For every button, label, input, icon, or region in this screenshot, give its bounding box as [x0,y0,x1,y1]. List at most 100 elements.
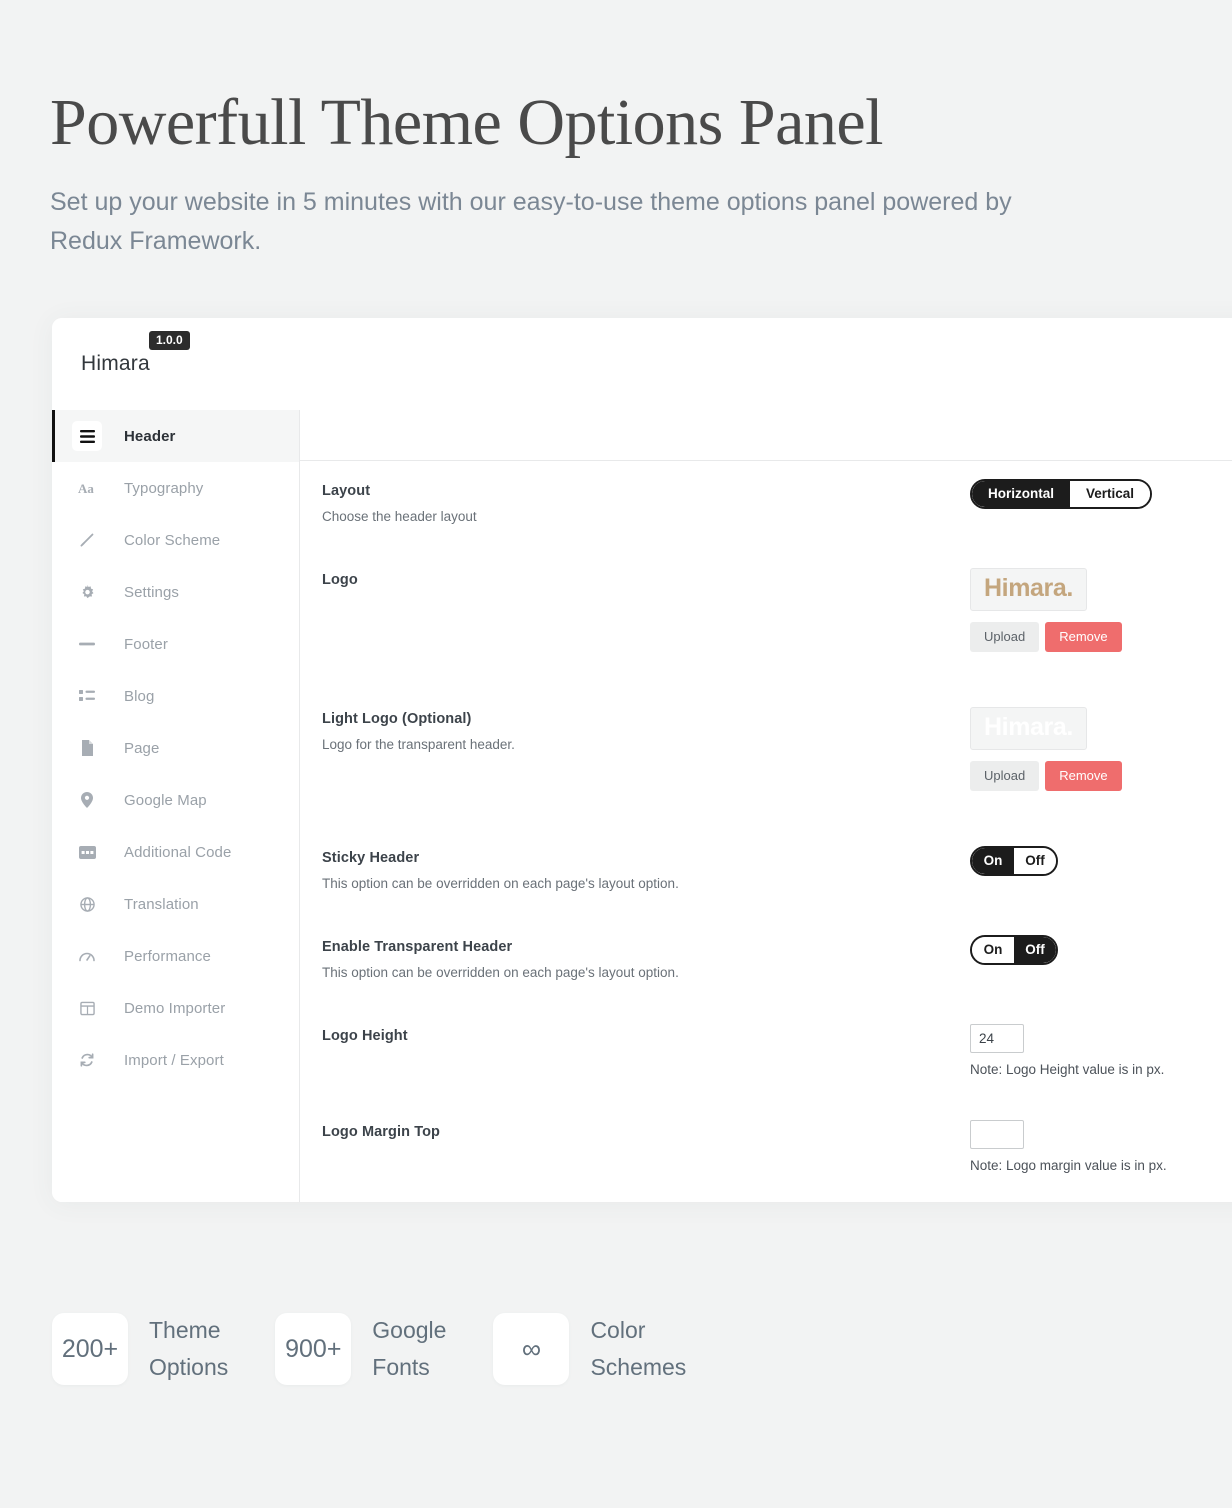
hero-section: Powerfull Theme Options Panel Set up you… [0,0,1232,261]
sidebar-item-label: Demo Importer [124,999,226,1017]
content-topbar [300,410,1232,461]
sidebar-item-footer[interactable]: Footer [52,618,299,670]
sidebar-item-performance[interactable]: Performance [52,930,299,982]
svg-text:Aa: Aa [78,481,94,495]
light-logo-upload-button[interactable]: Upload [970,761,1040,791]
text-size-icon: Aa [76,481,98,495]
stat-color-schemes: ∞ Color Schemes [493,1312,686,1387]
sidebar-item-google-map[interactable]: Google Map [52,774,299,826]
sidebar-item-label: Additional Code [124,843,232,861]
dash-icon [76,641,98,647]
sidebar-item-import-export[interactable]: Import / Export [52,1034,299,1086]
field-layout-control: Horizontal Vertical [970,461,1232,550]
sidebar-item-label: Performance [124,947,211,965]
field-logo-margin-top-control: Note: Logo margin value is in px. [970,1102,1232,1198]
light-logo-preview: Himara. [970,707,1087,750]
logo-height-input[interactable] [970,1024,1024,1053]
code-icon [76,845,98,859]
field-label: Layout [322,483,371,499]
field-label: Sticky Header [322,850,420,866]
stat-value-box: 900+ [275,1313,352,1386]
field-layout-text: Layout Choose the header layout [322,461,970,550]
theme-options-panel: Himara 1.0.0 Header Aa Typography Color … [52,318,1232,1202]
field-logo-margin-top-text: Logo Margin Top [322,1102,970,1198]
sidebar-item-typography[interactable]: Aa Typography [52,462,299,514]
globe-icon [76,896,98,912]
sidebar-item-blog[interactable]: Blog [52,670,299,722]
field-logo-height: Logo Height Note: Logo Height value is i… [300,1006,1232,1102]
field-label: Enable Transparent Header [322,939,513,955]
field-label: Logo [322,572,358,588]
stat-theme-options: 200+ Theme Options [52,1312,228,1387]
sidebar-item-label: Footer [124,635,168,653]
sidebar: Header Aa Typography Color Scheme Settin… [52,410,300,1202]
stat-label: Theme Options [149,1317,229,1381]
field-light-logo-text: Light Logo (Optional) Logo for the trans… [322,689,970,828]
light-logo-remove-button[interactable]: Remove [1045,761,1122,791]
version-badge: 1.0.0 [149,331,190,350]
field-sticky-header-control: On Off [970,828,1232,917]
list-icon [76,689,98,703]
stat-label: Google Fonts [372,1317,447,1381]
sidebar-item-demo-importer[interactable]: Demo Importer [52,982,299,1034]
logo-margin-top-note: Note: Logo margin value is in px. [970,1158,1167,1173]
brand-name: Himara [81,352,150,375]
field-logo-height-control: Note: Logo Height value is in px. [970,1006,1232,1102]
logo-height-note: Note: Logo Height value is in px. [970,1062,1165,1077]
brand: Himara 1.0.0 [81,331,190,376]
hamburger-icon [72,421,102,451]
field-logo-margin-top: Logo Margin Top Note: Logo margin value … [300,1102,1232,1198]
logo-remove-button[interactable]: Remove [1045,622,1122,652]
page-title: Powerfull Theme Options Panel [50,86,884,159]
stats-row: 200+ Theme Options 900+ Google Fonts ∞ C… [52,1312,733,1387]
layout-toggle[interactable]: Horizontal Vertical [970,479,1153,509]
field-logo: Logo Himara. Upload Remove [300,550,1232,689]
field-description: This option can be overridden on each pa… [322,965,679,980]
field-label: Logo Margin Top [322,1124,441,1140]
sidebar-item-label: Typography [124,479,204,497]
transparent-header-toggle[interactable]: On Off [970,935,1058,965]
field-layout: Layout Choose the header layout Horizont… [300,461,1232,550]
file-icon [76,740,98,756]
panel-header: Himara 1.0.0 [52,318,1232,410]
map-pin-icon [76,792,98,808]
sticky-header-off-option[interactable]: Off [1014,848,1056,874]
sticky-header-on-option[interactable]: On [972,848,1014,874]
sidebar-item-label: Settings [124,583,179,601]
logo-buttons: Upload Remove [970,622,1232,652]
sidebar-item-header[interactable]: Header [52,410,299,462]
gauge-icon [76,950,98,962]
transparent-header-on-option[interactable]: On [972,937,1014,963]
window-icon [76,1001,98,1016]
sidebar-item-label: Page [124,739,160,757]
sidebar-item-additional-code[interactable]: Additional Code [52,826,299,878]
field-light-logo-control: Himara. Upload Remove [970,689,1232,828]
options-content: Layout Choose the header layout Horizont… [300,410,1232,1202]
field-transparent-header-control: On Off [970,917,1232,1006]
field-description: This option can be overridden on each pa… [322,876,679,891]
logo-margin-top-input[interactable] [970,1120,1024,1149]
layout-option-horizontal[interactable]: Horizontal [972,481,1070,507]
field-label: Light Logo (Optional) [322,711,472,727]
field-sticky-header-text: Sticky Header This option can be overrid… [322,828,970,917]
sidebar-item-label: Google Map [124,791,207,809]
transparent-header-off-option[interactable]: Off [1014,937,1056,963]
layout-option-vertical[interactable]: Vertical [1070,481,1151,507]
sidebar-item-color-scheme[interactable]: Color Scheme [52,514,299,566]
sidebar-item-label: Blog [124,687,155,705]
logo-preview: Himara. [970,568,1087,611]
sidebar-item-translation[interactable]: Translation [52,878,299,930]
field-logo-height-text: Logo Height [322,1006,970,1102]
logo-upload-button[interactable]: Upload [970,622,1040,652]
field-description: Logo for the transparent header. [322,737,515,752]
refresh-icon [76,1052,98,1068]
sidebar-item-page[interactable]: Page [52,722,299,774]
gear-icon [76,584,98,600]
brush-icon [76,532,98,548]
light-logo-buttons: Upload Remove [970,761,1232,791]
sidebar-item-settings[interactable]: Settings [52,566,299,618]
field-sticky-header: Sticky Header This option can be overrid… [300,828,1232,917]
sticky-header-toggle[interactable]: On Off [970,846,1058,876]
field-logo-control: Himara. Upload Remove [970,550,1232,689]
field-description: Choose the header layout [322,509,477,524]
